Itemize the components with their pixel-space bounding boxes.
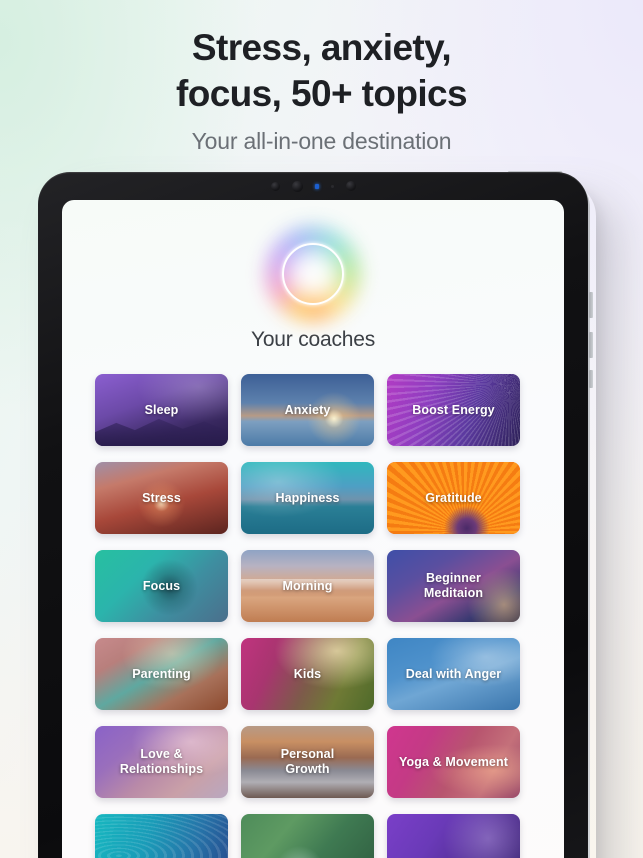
coach-card-focus[interactable]: Focus (95, 550, 228, 622)
coach-card-row6-col2-artwork (241, 814, 374, 858)
promo-headline-line-1: Stress, anxiety, (191, 27, 452, 68)
coach-card-sleep[interactable]: Sleep (95, 374, 228, 446)
coach-card-deal-with-anger-label: Deal with Anger (405, 666, 502, 681)
coach-card-gratitude[interactable]: Gratitude (387, 462, 520, 534)
tablet-bezel: Your coaches Sleep Anxiety Boost Energy Str… (38, 172, 588, 858)
coach-card-anxiety-label: Anxiety (284, 402, 331, 417)
coach-card-morning[interactable]: Morning (241, 550, 374, 622)
coach-card-personal-growth[interactable]: Personal Growth (241, 726, 374, 798)
coach-card-deal-with-anger[interactable]: Deal with Anger (387, 638, 520, 710)
coach-card-sleep-label: Sleep (144, 402, 179, 417)
coach-card-happiness-label: Happiness (275, 490, 340, 505)
coach-card-parenting-label: Parenting (132, 666, 191, 681)
coach-card-gratitude-label: Gratitude (425, 490, 482, 505)
coach-card-row6-col1[interactable] (95, 814, 228, 858)
camera-led-indicator (314, 183, 319, 189)
coach-card-row6-col3[interactable] (387, 814, 520, 858)
coach-card-personal-growth-label: Personal Growth (280, 747, 335, 776)
coach-card-yoga-movement[interactable]: Yoga & Movement (387, 726, 520, 798)
tablet-device: Your coaches Sleep Anxiety Boost Energy Str… (38, 171, 593, 858)
coach-card-row6-col3-artwork (387, 814, 520, 858)
coach-card-happiness[interactable]: Happiness (241, 462, 374, 534)
side-button-volume-down[interactable] (589, 332, 593, 358)
coach-card-focus-label: Focus (142, 578, 181, 593)
app-screen-content: Your coaches Sleep Anxiety Boost Energy Str… (62, 200, 564, 858)
coach-card-love-relationships[interactable]: Love & Relationships (95, 726, 228, 798)
coach-card-stress-label: Stress (142, 490, 181, 505)
camera-lens-icon (270, 181, 280, 191)
coach-card-kids[interactable]: Kids (241, 638, 374, 710)
tablet-screen: Your coaches Sleep Anxiety Boost Energy Str… (62, 200, 564, 858)
ambient-sensor-icon (330, 184, 334, 188)
coach-card-row6-col1-artwork (95, 814, 228, 858)
coach-card-beginner-meditaion-label: Beginner Meditaion (423, 571, 484, 600)
side-button-power[interactable] (589, 370, 593, 388)
promo-headline-line-2: focus, 50+ topics (175, 73, 468, 115)
rainbow-ring-logo (265, 226, 361, 322)
ring-outline-icon (282, 243, 344, 305)
coach-card-beginner-meditaion[interactable]: Beginner Meditaion (387, 550, 520, 622)
coach-card-boost-energy-label: Boost Energy (412, 402, 495, 417)
camera-lens-icon (345, 181, 356, 191)
coach-card-row6-col2[interactable] (241, 814, 374, 858)
coach-card-yoga-movement-label: Yoga & Movement (399, 754, 508, 769)
coach-card-morning-label: Morning (282, 578, 333, 593)
page-title: Your coaches (250, 328, 376, 351)
coach-card-kids-label: Kids (293, 666, 322, 681)
promo-headline: Stress, anxiety, focus, 50+ topics (0, 0, 643, 118)
coach-card-love-relationships-label: Love & Relationships (119, 747, 204, 776)
coach-card-anxiety[interactable]: Anxiety (241, 374, 374, 446)
promo-subheadline: Your all-in-one destination (191, 127, 452, 154)
side-button-volume-up[interactable] (589, 292, 593, 318)
coach-card-parenting[interactable]: Parenting (95, 638, 228, 710)
coach-card-boost-energy[interactable]: Boost Energy (387, 374, 520, 446)
coach-card-grid: Sleep Anxiety Boost Energy Stress Happiness G… (95, 374, 531, 858)
coach-card-stress[interactable]: Stress (95, 462, 228, 534)
camera-lens-icon (291, 180, 303, 192)
camera-cluster (38, 172, 588, 200)
promo-header: Stress, anxiety, focus, 50+ topics Your … (0, 0, 643, 155)
